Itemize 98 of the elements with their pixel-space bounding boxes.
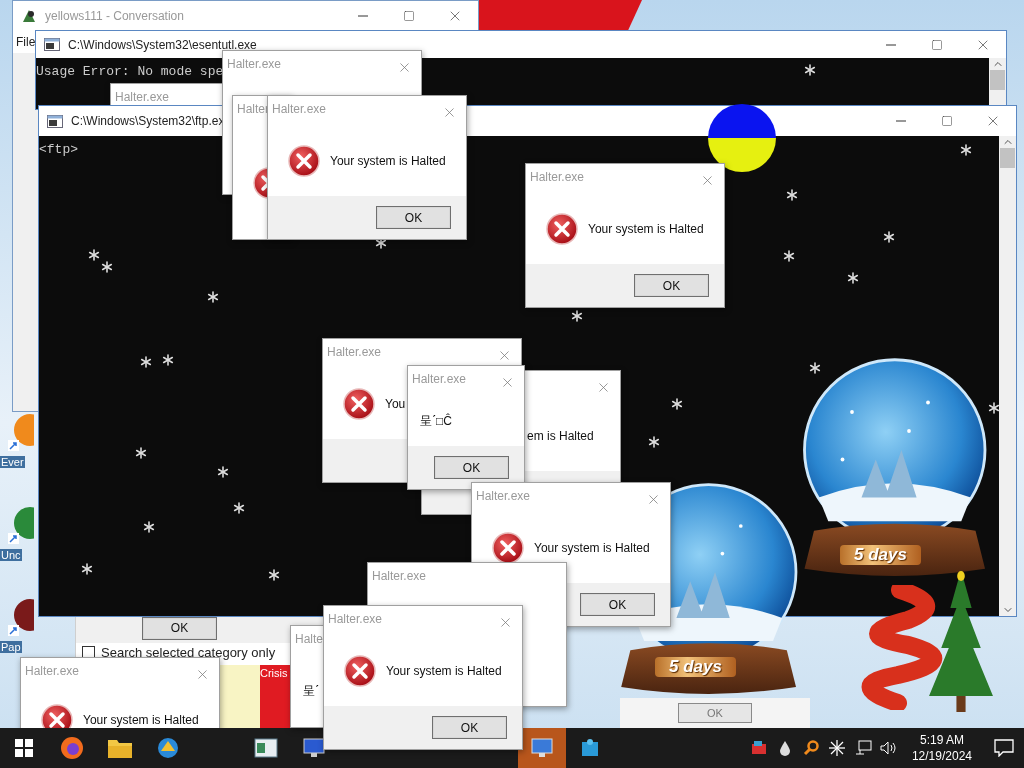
maximize-icon (941, 115, 953, 127)
snowflake-icon (268, 569, 280, 581)
date-text: 12/19/2024 (911, 748, 972, 764)
dialog-title: Halter.exe (530, 170, 585, 184)
dialog-message: 呈ˊ (303, 683, 319, 700)
error-icon (288, 145, 320, 177)
console-output: Usage Error: No mode spe (36, 64, 224, 79)
app-icon (21, 8, 37, 24)
folder-icon (108, 738, 132, 758)
snowflake-icon (804, 64, 816, 76)
snowflake-icon (847, 272, 859, 284)
network-icon (853, 740, 872, 756)
console-icon (44, 38, 60, 51)
ok-button[interactable]: OK (142, 616, 217, 640)
dialog-title: Halte (295, 632, 323, 646)
snowflake-icon (143, 521, 155, 533)
note-block (220, 665, 260, 729)
snowflake-icon (988, 402, 1000, 414)
scrollbar[interactable] (999, 136, 1016, 616)
snowflake-icon (671, 398, 683, 410)
snowflake-icon (162, 354, 174, 366)
menu-item[interactable]: File (16, 35, 36, 49)
shortcut-label: Unc (0, 549, 22, 561)
dialog-message: Your system is Halted (386, 664, 502, 678)
console-output: <ftp> (39, 142, 78, 157)
snowflake-icon (883, 231, 895, 243)
dialog-message: Your system is Halted (330, 154, 446, 168)
window-title: C:\Windows\System32\esentutl.exe (68, 37, 257, 52)
dialog-title: Halter.exe (372, 569, 427, 583)
chat-bubble-icon (994, 739, 1014, 757)
ok-button[interactable]: OK (678, 703, 752, 723)
snowflake-icon (783, 250, 795, 262)
time-text: 5:19 AM (919, 732, 964, 748)
error-icon (546, 213, 578, 245)
app-icon (157, 737, 179, 759)
dialog-title: Halter.exe (328, 612, 383, 626)
dialog-title: Halter.exe (327, 345, 382, 359)
scroll-thumb[interactable] (1000, 148, 1015, 168)
dialog-message: You (385, 397, 406, 411)
snowflake-icon (140, 356, 152, 368)
ok-button[interactable]: OK (376, 206, 451, 229)
error-icon (344, 655, 376, 687)
dialog-title: Halter.exe (227, 57, 282, 71)
ok-button[interactable]: OK (434, 456, 509, 479)
monitor-icon (531, 738, 553, 758)
drop-icon (778, 740, 791, 756)
snowflake-icon (571, 310, 583, 322)
snowflake-icon (809, 362, 821, 374)
dialog-title: Halter.exe (272, 102, 327, 116)
app-icon (750, 740, 767, 756)
monitor-icon (303, 738, 325, 758)
maximize-icon (931, 38, 943, 51)
snowflake-icon (207, 291, 219, 303)
snowflake-icon (135, 447, 147, 459)
snowflake-icon (648, 436, 660, 448)
checkbox-label: Search selected category only (101, 644, 276, 660)
snowflake-icon (101, 261, 113, 273)
days-label: 5 days (840, 545, 921, 565)
circle-drawing (708, 104, 776, 172)
scroll-thumb[interactable] (990, 70, 1005, 90)
app-icon (580, 738, 600, 758)
dialog-title: Halter.exe (412, 372, 467, 386)
minimize-icon (886, 43, 896, 46)
dialog-message: 呈ˊ□Ĉ (420, 412, 452, 430)
dialog-title: Halter.exe (115, 90, 170, 104)
browser-icon (60, 736, 84, 760)
search-icon (802, 740, 819, 756)
maximize-icon (403, 10, 415, 22)
snowflake-icon (786, 189, 798, 201)
snowflake-icon (81, 563, 93, 575)
speaker-icon (879, 740, 898, 756)
asterisk-icon (828, 740, 845, 756)
error-icon (343, 388, 375, 420)
minimize-icon (358, 15, 368, 17)
ok-button[interactable]: OK (580, 593, 655, 616)
shortcut-label: Pap (0, 641, 22, 653)
dialog-title: Halter.exe (25, 664, 80, 678)
ok-button[interactable]: OK (634, 274, 709, 297)
window-title: yellows111 - Conversation (45, 9, 184, 23)
snowflake-icon (88, 249, 100, 261)
console-icon (47, 114, 63, 128)
snowflake-icon (233, 502, 245, 514)
window-title: C:\Windows\System32\ftp.ex (71, 114, 225, 128)
clock[interactable]: 5:19 AM 12/19/2024 (903, 732, 980, 764)
dialog-title: Halter (237, 102, 269, 116)
snowflake-icon (217, 466, 229, 478)
ok-button[interactable]: OK (432, 716, 507, 739)
dialog-message: Your system is Halted (588, 222, 704, 236)
shortcut-label: Ever (0, 456, 25, 468)
windows-logo-icon (15, 739, 33, 757)
minimize-icon (896, 120, 906, 122)
snowflake-icon (960, 144, 972, 156)
dialog-message: Your system is Halted (83, 712, 199, 727)
document-icon (254, 738, 278, 758)
days-label: 5 days (655, 657, 736, 677)
dialog-title: Halter.exe (476, 489, 531, 503)
dialog-message: Your system is Halted (534, 541, 650, 555)
dialog-message: em is Halted (527, 429, 594, 443)
